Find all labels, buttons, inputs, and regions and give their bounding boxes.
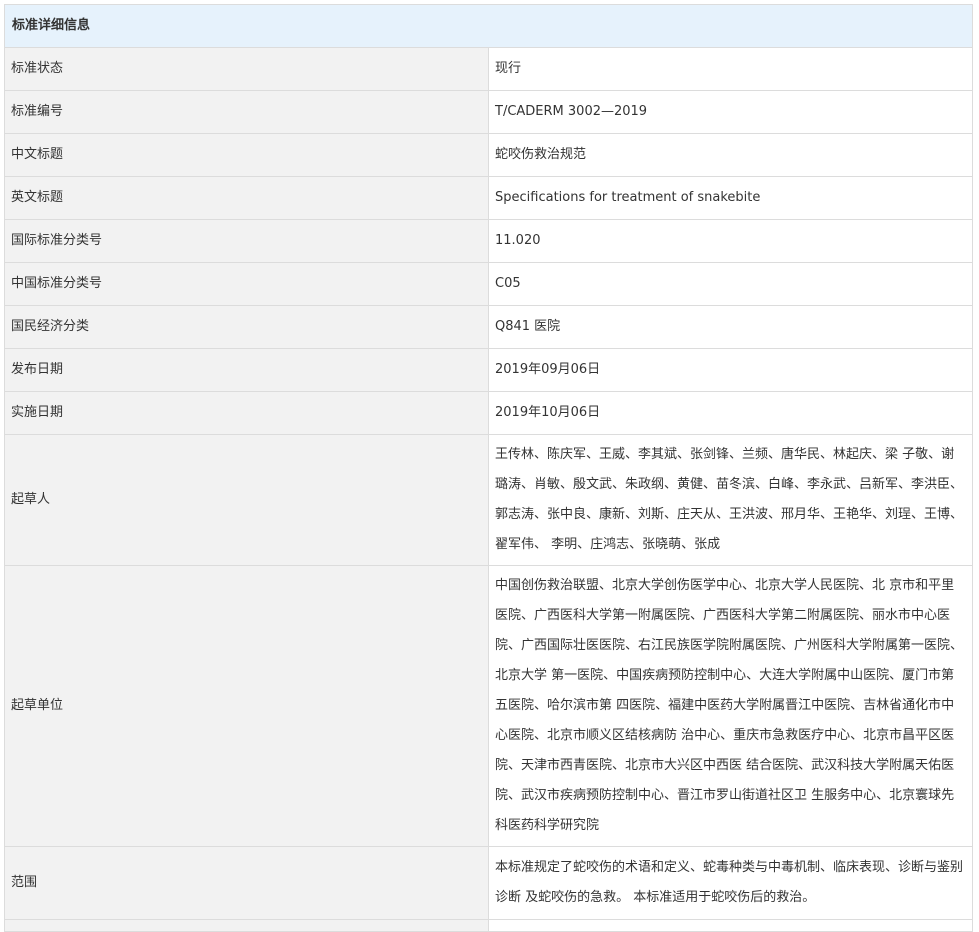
- table-row: 国民经济分类 Q841 医院: [4, 305, 973, 349]
- row-label-publish-date: 发布日期: [4, 348, 489, 392]
- row-value-empty: [488, 919, 973, 932]
- row-value-drafting-units: 中国创伤救治联盟、北京大学创伤医学中心、北京大学人民医院、北 京市和平里医院、广…: [488, 565, 973, 847]
- standard-detail-table: 标准详细信息 标准状态 现行 标准编号 T/CADERM 3002—2019 中…: [4, 4, 973, 932]
- row-label-standard-number: 标准编号: [4, 90, 489, 134]
- table-row: 实施日期 2019年10月06日: [4, 391, 973, 435]
- table-row: 标准状态 现行: [4, 47, 973, 91]
- table-header-row: 标准详细信息: [4, 4, 973, 48]
- row-value-status: 现行: [488, 47, 973, 91]
- row-label-drafting-units: 起草单位: [4, 565, 489, 847]
- row-label-economic-class: 国民经济分类: [4, 305, 489, 349]
- row-label-scope: 范围: [4, 846, 489, 920]
- table-row: 标准编号 T/CADERM 3002—2019: [4, 90, 973, 134]
- table-row: 中文标题 蛇咬伤救治规范: [4, 133, 973, 177]
- table-row: [4, 919, 973, 932]
- row-value-ccs: C05: [488, 262, 973, 306]
- table-row: 国际标准分类号 11.020: [4, 219, 973, 263]
- row-value-publish-date: 2019年09月06日: [488, 348, 973, 392]
- row-value-scope: 本标准规定了蛇咬伤的术语和定义、蛇毒种类与中毒机制、临床表现、诊断与鉴别诊断 及…: [488, 846, 973, 920]
- table-row: 中国标准分类号 C05: [4, 262, 973, 306]
- table-row: 英文标题 Specifications for treatment of sna…: [4, 176, 973, 220]
- row-label-english-title: 英文标题: [4, 176, 489, 220]
- row-label-effective-date: 实施日期: [4, 391, 489, 435]
- row-label-status: 标准状态: [4, 47, 489, 91]
- row-label-chinese-title: 中文标题: [4, 133, 489, 177]
- row-value-effective-date: 2019年10月06日: [488, 391, 973, 435]
- row-value-english-title: Specifications for treatment of snakebit…: [488, 176, 973, 220]
- row-label-ics: 国际标准分类号: [4, 219, 489, 263]
- section-title: 标准详细信息: [4, 4, 973, 48]
- table-row: 发布日期 2019年09月06日: [4, 348, 973, 392]
- row-label-ccs: 中国标准分类号: [4, 262, 489, 306]
- row-value-chinese-title: 蛇咬伤救治规范: [488, 133, 973, 177]
- row-value-drafters: 王传林、陈庆军、王威、李其斌、张剑锋、兰频、唐华民、林起庆、梁 子敬、谢璐涛、肖…: [488, 434, 973, 566]
- table-row: 范围 本标准规定了蛇咬伤的术语和定义、蛇毒种类与中毒机制、临床表现、诊断与鉴别诊…: [4, 846, 973, 920]
- row-label-empty: [4, 919, 489, 932]
- table-row: 起草人 王传林、陈庆军、王威、李其斌、张剑锋、兰频、唐华民、林起庆、梁 子敬、谢…: [4, 434, 973, 566]
- row-label-drafters: 起草人: [4, 434, 489, 566]
- table-row: 起草单位 中国创伤救治联盟、北京大学创伤医学中心、北京大学人民医院、北 京市和平…: [4, 565, 973, 847]
- row-value-standard-number: T/CADERM 3002—2019: [488, 90, 973, 134]
- row-value-ics: 11.020: [488, 219, 973, 263]
- row-value-economic-class: Q841 医院: [488, 305, 973, 349]
